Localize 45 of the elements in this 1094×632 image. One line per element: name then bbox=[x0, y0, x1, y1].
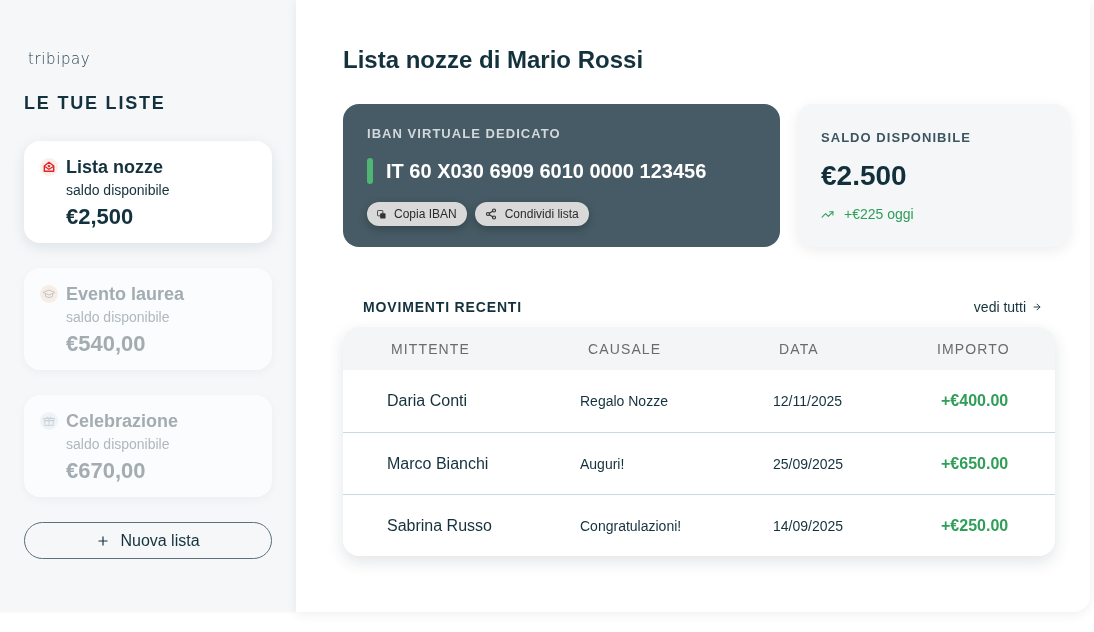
column-header: IMPORTO bbox=[937, 340, 1010, 357]
table-cell: Sabrina Russo bbox=[387, 516, 492, 534]
column-header: MITTENTE bbox=[391, 340, 470, 357]
balance-change: +€225 oggi bbox=[844, 205, 914, 224]
copy-icon bbox=[377, 209, 386, 219]
iban-number: IT 60 X030 6909 6010 0000 123456 bbox=[386, 159, 707, 184]
table-cell: +€400.00 bbox=[941, 392, 1009, 409]
arrow-right-icon bbox=[1032, 302, 1042, 312]
balance-amount: €2.500 bbox=[821, 159, 907, 193]
column-header: DATA bbox=[779, 340, 819, 357]
share-button[interactable]: Condividi lista bbox=[474, 202, 589, 226]
list-balance: €2,500 bbox=[66, 203, 134, 231]
table-cell: 14/09/2025 bbox=[773, 517, 844, 534]
sidebar-heading: LE TUE LISTE bbox=[24, 92, 166, 114]
share-icon bbox=[484, 208, 497, 220]
table-cell: Daria Conti bbox=[387, 392, 468, 409]
table-cell: +€650.00 bbox=[941, 454, 1009, 472]
list-name: Evento laurea bbox=[66, 283, 185, 306]
list-balance: €670,00 bbox=[66, 457, 146, 485]
table-cell: Regalo Nozze bbox=[580, 393, 668, 409]
list-caption: saldo disponibile bbox=[66, 181, 170, 199]
table-cell: 25/09/2025 bbox=[773, 455, 844, 472]
list-card[interactable]: Lista nozze saldo disponibile €2,500 bbox=[24, 141, 272, 243]
graduation-cap-icon bbox=[40, 285, 58, 303]
list-name: Celebrazione bbox=[66, 410, 179, 433]
balance-label: SALDO DISPONIBILE bbox=[821, 130, 971, 146]
page-title: Lista nozze di Mario Rossi bbox=[343, 46, 644, 74]
table-cell: Congratulazioni! bbox=[580, 517, 682, 534]
table-cell: 12/11/2025 bbox=[773, 393, 843, 409]
section-title: MOVIMENTI RECENTI bbox=[363, 298, 522, 317]
iban-label: IBAN VIRTUALE DEDICATO bbox=[367, 126, 561, 142]
gift-icon bbox=[40, 412, 58, 430]
table-cell: +€250.00 bbox=[941, 516, 1009, 534]
accent-bar bbox=[367, 158, 373, 184]
logo: tribipay bbox=[28, 49, 91, 69]
plus-icon bbox=[96, 533, 111, 548]
list-caption: saldo disponibile bbox=[66, 308, 170, 326]
table-cell: Marco Bianchi bbox=[387, 454, 489, 472]
list-balance: €540,00 bbox=[66, 330, 146, 358]
list-caption: saldo disponibile bbox=[66, 435, 170, 453]
column-header: CAUSALE bbox=[588, 340, 662, 357]
see-all-link[interactable]: vedi tutti bbox=[973, 296, 1042, 318]
list-name: Lista nozze bbox=[66, 156, 163, 179]
copy-button[interactable]: Copia IBAN bbox=[367, 202, 467, 226]
table-cell: Auguri! bbox=[580, 455, 625, 472]
